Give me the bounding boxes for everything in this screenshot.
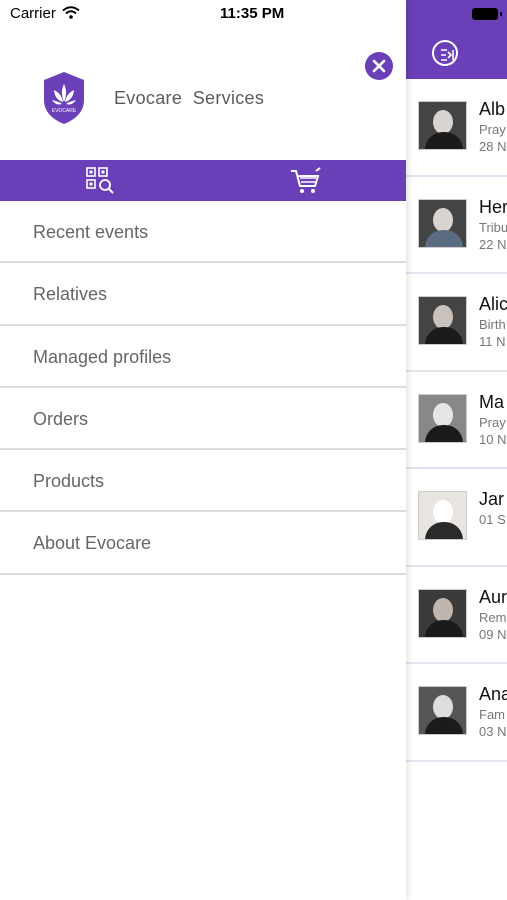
- list-item-name: Alic: [479, 294, 507, 314]
- menu-item-about-evocare[interactable]: About Evocare: [0, 512, 406, 575]
- menu-item-label: Relatives: [33, 284, 108, 305]
- list-item[interactable]: Ma Pray 10 N: [406, 372, 507, 469]
- list-item[interactable]: Ana Fam 03 N: [406, 664, 507, 762]
- qr-search-button[interactable]: [86, 167, 116, 195]
- list-item-type: Tribu: [479, 219, 507, 235]
- menu-item-label: Orders: [33, 408, 89, 429]
- list-item[interactable]: Her Tribu 22 N: [406, 177, 507, 274]
- background-content: Alb Pray 28 N Her Tribu 22 N Alic Birth …: [406, 0, 507, 900]
- avatar: [418, 198, 467, 248]
- filter-icon[interactable]: [432, 40, 458, 66]
- list-item-name: Ana: [479, 684, 507, 704]
- battery-icon: [472, 8, 502, 20]
- list-item-date: 22 N: [479, 236, 507, 252]
- list-item-date: 03 N: [479, 724, 507, 739]
- menu-item-orders[interactable]: Orders: [0, 388, 406, 451]
- menu-item-label: Products: [33, 471, 105, 492]
- menu-item-label: Managed profiles: [33, 346, 172, 367]
- menu-item-relatives[interactable]: Relatives: [0, 263, 406, 326]
- cart-button[interactable]: [290, 167, 322, 195]
- avatar: [418, 588, 467, 638]
- list-item-name: Aur: [479, 586, 507, 607]
- list-item-name: Jar: [479, 489, 505, 509]
- list-item-type: Birth: [479, 317, 506, 332]
- list-item[interactable]: Jar 01 S: [406, 469, 507, 567]
- avatar: [418, 686, 467, 735]
- list-item-type: Pray: [479, 122, 506, 137]
- wifi-icon: [62, 6, 80, 23]
- list-item-date: 09 N: [479, 626, 507, 642]
- carrier-label: Carrier: [10, 5, 56, 22]
- close-icon: [372, 59, 386, 73]
- list-item-name: Her: [479, 196, 507, 217]
- drawer-header: EVOCARE Evocare Services: [0, 28, 406, 160]
- svg-text:EVOCARE: EVOCARE: [52, 108, 77, 114]
- background-header: [406, 0, 507, 79]
- avatar: [418, 296, 467, 345]
- menu-item-recent-events[interactable]: Recent events: [0, 201, 406, 264]
- drawer-action-bar: [0, 160, 406, 201]
- status-bar: Carrier 11:35 PM: [0, 0, 406, 28]
- list-item-date: 11 N: [479, 334, 506, 349]
- list-item[interactable]: Aur Rem 09 N: [406, 567, 507, 664]
- list-item-type: Rem: [479, 609, 507, 625]
- brand-name: Evocare Services: [114, 88, 265, 108]
- list-item-date: 01 S: [479, 512, 506, 527]
- menu-item-managed-profiles[interactable]: Managed profiles: [0, 326, 406, 388]
- close-button[interactable]: [365, 52, 393, 80]
- evocare-logo: EVOCARE: [40, 70, 88, 126]
- list-item-type: Pray: [479, 414, 506, 430]
- cart-icon: [291, 167, 321, 193]
- list-item-type: Fam: [479, 707, 505, 722]
- list-item-name: Alb: [479, 99, 506, 119]
- list-item-name: Ma: [479, 391, 505, 412]
- avatar: [418, 101, 467, 150]
- side-drawer: Carrier 11:35 PM EVOCARE Evocare Service…: [0, 0, 406, 900]
- menu-item-label: Recent events: [33, 222, 149, 242]
- list-item[interactable]: Alb Pray 28 N: [406, 79, 507, 177]
- avatar-placeholder: [418, 491, 467, 540]
- avatar: [418, 393, 467, 443]
- status-time: 11:35 PM: [220, 5, 285, 22]
- menu-item-products[interactable]: Products: [0, 450, 406, 513]
- drawer-menu: Recent events Relatives Managed profiles…: [0, 201, 406, 575]
- qr-search-icon: [86, 167, 114, 194]
- list-item-date: 28 N: [479, 139, 507, 154]
- menu-item-label: About Evocare: [33, 533, 152, 554]
- list-item[interactable]: Alic Birth 11 N: [406, 274, 507, 372]
- list-item-date: 10 N: [479, 431, 507, 447]
- events-list: Alb Pray 28 N Her Tribu 22 N Alic Birth …: [406, 79, 507, 762]
